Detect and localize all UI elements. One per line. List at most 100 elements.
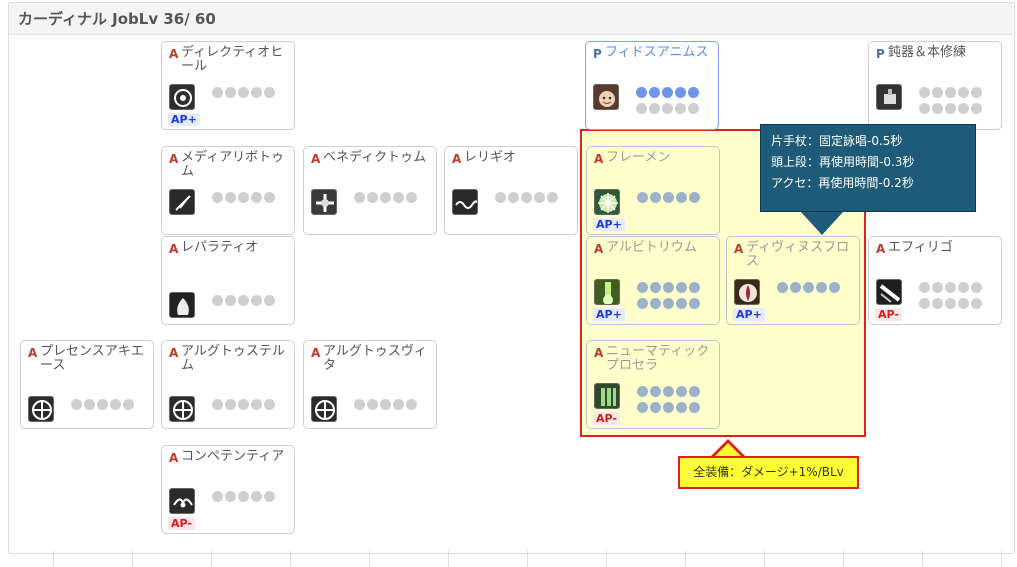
level-dot[interactable] [676, 192, 687, 203]
level-dot[interactable] [662, 87, 673, 98]
skill-card[interactable]: A コンペテンティア AP- [161, 445, 295, 534]
level-dot[interactable] [212, 87, 223, 98]
level-dot[interactable] [212, 399, 223, 410]
level-dot[interactable] [676, 386, 687, 397]
level-dot[interactable] [945, 103, 956, 114]
level-dot[interactable] [406, 399, 417, 410]
skill-card[interactable]: P フィドスアニムス [585, 41, 719, 130]
level-dot[interactable] [534, 192, 545, 203]
level-dot[interactable] [264, 491, 275, 502]
level-dot[interactable] [650, 386, 661, 397]
level-dot[interactable] [649, 103, 660, 114]
level-dot[interactable] [225, 491, 236, 502]
level-dot[interactable] [225, 192, 236, 203]
level-dot[interactable] [636, 87, 647, 98]
level-dot[interactable] [919, 103, 930, 114]
level-dot[interactable] [945, 298, 956, 309]
skill-card[interactable]: P 鈍器＆本修練 [868, 41, 1002, 130]
level-dot[interactable] [676, 282, 687, 293]
skill-card[interactable]: A アルグトゥスヴィタ [303, 340, 437, 429]
level-dot[interactable] [816, 282, 827, 293]
level-dot[interactable] [225, 399, 236, 410]
level-dot[interactable] [212, 491, 223, 502]
level-dot[interactable] [663, 298, 674, 309]
level-dot[interactable] [662, 103, 673, 114]
level-dot[interactable] [123, 399, 134, 410]
level-dot[interactable] [264, 87, 275, 98]
level-dot[interactable] [663, 402, 674, 413]
level-dot[interactable] [110, 399, 121, 410]
level-dot[interactable] [650, 298, 661, 309]
level-dot[interactable] [380, 192, 391, 203]
level-dot[interactable] [945, 282, 956, 293]
level-dot[interactable] [650, 402, 661, 413]
skill-card[interactable]: A アルグトゥステルム [161, 340, 295, 429]
level-dot[interactable] [97, 399, 108, 410]
level-dot[interactable] [932, 298, 943, 309]
level-dot[interactable] [663, 282, 674, 293]
level-dot[interactable] [689, 386, 700, 397]
level-dot[interactable] [932, 87, 943, 98]
level-dot[interactable] [251, 295, 262, 306]
level-dot[interactable] [264, 399, 275, 410]
level-dot[interactable] [919, 282, 930, 293]
level-dot[interactable] [971, 298, 982, 309]
level-dot[interactable] [790, 282, 801, 293]
level-dot[interactable] [945, 87, 956, 98]
level-dot[interactable] [367, 192, 378, 203]
level-dot[interactable] [637, 192, 648, 203]
skill-card[interactable]: A ニューマティックプロセラ AP- [586, 340, 720, 429]
skill-card[interactable]: A ディヴィヌスフロス AP+ [726, 236, 860, 325]
level-dot[interactable] [393, 399, 404, 410]
level-dot[interactable] [932, 103, 943, 114]
level-dot[interactable] [367, 399, 378, 410]
level-dot[interactable] [251, 87, 262, 98]
level-dot[interactable] [508, 192, 519, 203]
level-dot[interactable] [829, 282, 840, 293]
level-dot[interactable] [380, 399, 391, 410]
level-dot[interactable] [238, 295, 249, 306]
level-dot[interactable] [547, 192, 558, 203]
level-dot[interactable] [393, 192, 404, 203]
level-dot[interactable] [264, 295, 275, 306]
skill-card[interactable]: A フレーメン AP+ [586, 146, 720, 235]
level-dot[interactable] [958, 103, 969, 114]
level-dot[interactable] [225, 295, 236, 306]
level-dot[interactable] [84, 399, 95, 410]
skill-card[interactable]: A プレセンスアキエース [20, 340, 154, 429]
level-dot[interactable] [958, 87, 969, 98]
level-dot[interactable] [971, 103, 982, 114]
level-dot[interactable] [958, 282, 969, 293]
level-dot[interactable] [650, 192, 661, 203]
skill-card[interactable]: A ベネディクトゥム [303, 146, 437, 235]
level-dot[interactable] [689, 192, 700, 203]
level-dot[interactable] [71, 399, 82, 410]
level-dot[interactable] [958, 298, 969, 309]
level-dot[interactable] [264, 192, 275, 203]
level-dot[interactable] [650, 282, 661, 293]
level-dot[interactable] [251, 399, 262, 410]
level-dot[interactable] [688, 103, 699, 114]
level-dot[interactable] [406, 192, 417, 203]
level-dot[interactable] [688, 87, 699, 98]
level-dot[interactable] [637, 386, 648, 397]
level-dot[interactable] [637, 282, 648, 293]
level-dot[interactable] [649, 87, 660, 98]
level-dot[interactable] [676, 298, 687, 309]
level-dot[interactable] [675, 87, 686, 98]
level-dot[interactable] [675, 103, 686, 114]
level-dot[interactable] [971, 282, 982, 293]
level-dot[interactable] [238, 399, 249, 410]
level-dot[interactable] [225, 87, 236, 98]
level-dot[interactable] [636, 103, 647, 114]
level-dot[interactable] [803, 282, 814, 293]
level-dot[interactable] [971, 87, 982, 98]
level-dot[interactable] [932, 282, 943, 293]
skill-card[interactable]: A レパラティオ [161, 236, 295, 325]
level-dot[interactable] [663, 192, 674, 203]
skill-card[interactable]: A ディレクティオヒール AP+ [161, 41, 295, 130]
level-dot[interactable] [238, 87, 249, 98]
level-dot[interactable] [777, 282, 788, 293]
level-dot[interactable] [637, 298, 648, 309]
level-dot[interactable] [212, 295, 223, 306]
